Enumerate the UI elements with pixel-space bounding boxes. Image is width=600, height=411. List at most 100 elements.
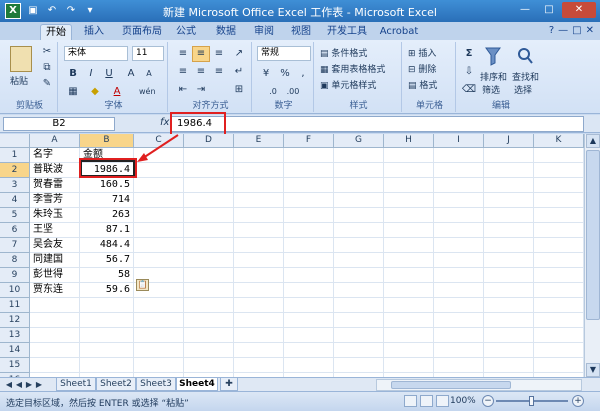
cell-b2[interactable]: 1986.4: [80, 163, 134, 178]
cell-c12[interactable]: [134, 313, 184, 328]
cell-a12[interactable]: [30, 313, 80, 328]
cell-e15[interactable]: [234, 358, 284, 373]
cell-e4[interactable]: [234, 193, 284, 208]
cell-d8[interactable]: [184, 253, 234, 268]
find-select-icon[interactable]: [516, 46, 534, 66]
cell-i15[interactable]: [434, 358, 484, 373]
worksheet-grid[interactable]: A B C D E F G H I J K 1 名字 金额 2 普联波 1986.4 3 贺春雷 160.5 4 李雪芳 7…: [0, 134, 584, 377]
cell-i9[interactable]: [434, 268, 484, 283]
cell-b14[interactable]: [80, 343, 134, 358]
cell-i13[interactable]: [434, 328, 484, 343]
cell-f5[interactable]: [284, 208, 334, 223]
cell-k8[interactable]: [534, 253, 584, 268]
tab-formulas[interactable]: 公式: [172, 24, 200, 40]
fx-icon[interactable]: fx: [160, 117, 169, 128]
cell-h7[interactable]: [384, 238, 434, 253]
autosum-button[interactable]: Σ: [460, 46, 478, 62]
cell-c8[interactable]: [134, 253, 184, 268]
cell-c7[interactable]: [134, 238, 184, 253]
cell-h5[interactable]: [384, 208, 434, 223]
align-top-icon[interactable]: ≡: [174, 46, 192, 62]
cell-j4[interactable]: [484, 193, 534, 208]
cell-e12[interactable]: [234, 313, 284, 328]
cell-a13[interactable]: [30, 328, 80, 343]
cell-g14[interactable]: [334, 343, 384, 358]
cell-e2[interactable]: [234, 163, 284, 178]
name-box[interactable]: B2: [3, 117, 115, 131]
sort-filter-label[interactable]: 排序和: [480, 70, 507, 83]
cell-j2[interactable]: [484, 163, 534, 178]
ribbon-close-icon[interactable]: ✕: [586, 25, 594, 36]
column-header-j[interactable]: J: [484, 134, 534, 148]
cell-j8[interactable]: [484, 253, 534, 268]
cell-f10[interactable]: [284, 283, 334, 298]
row-header-12[interactable]: 12: [0, 313, 30, 328]
cell-e5[interactable]: [234, 208, 284, 223]
cell-d9[interactable]: [184, 268, 234, 283]
cell-a14[interactable]: [30, 343, 80, 358]
cell-e7[interactable]: [234, 238, 284, 253]
prev-sheet-icon[interactable]: ◀: [14, 379, 24, 391]
cell-j6[interactable]: [484, 223, 534, 238]
cell-d7[interactable]: [184, 238, 234, 253]
cell-f7[interactable]: [284, 238, 334, 253]
cell-d12[interactable]: [184, 313, 234, 328]
cell-k1[interactable]: [534, 148, 584, 163]
row-header-10[interactable]: 10: [0, 283, 30, 298]
increase-indent-icon[interactable]: ⇥: [192, 82, 210, 98]
redo-icon[interactable]: ↷: [63, 3, 79, 19]
row-header-2[interactable]: 2: [0, 163, 30, 178]
cell-b1[interactable]: 金额: [80, 148, 134, 163]
cell-d11[interactable]: [184, 298, 234, 313]
cell-i14[interactable]: [434, 343, 484, 358]
cell-g11[interactable]: [334, 298, 384, 313]
cell-g13[interactable]: [334, 328, 384, 343]
ribbon-restore-icon[interactable]: □: [572, 25, 581, 36]
cell-b8[interactable]: 56.7: [80, 253, 134, 268]
cell-k12[interactable]: [534, 313, 584, 328]
conditional-format-button[interactable]: ▤ 条件格式: [320, 46, 367, 59]
cell-i5[interactable]: [434, 208, 484, 223]
cell-d14[interactable]: [184, 343, 234, 358]
row-header-11[interactable]: 11: [0, 298, 30, 313]
cell-i11[interactable]: [434, 298, 484, 313]
cell-c15[interactable]: [134, 358, 184, 373]
paste-icon[interactable]: [10, 46, 32, 72]
orientation-icon[interactable]: ↗: [230, 46, 248, 62]
column-header-c[interactable]: C: [134, 134, 184, 148]
cell-e1[interactable]: [234, 148, 284, 163]
horizontal-scrollbar[interactable]: [376, 379, 582, 391]
cell-d2[interactable]: [184, 163, 234, 178]
sort-filter-icon[interactable]: [484, 46, 502, 66]
cell-a4[interactable]: 李雪芳: [30, 193, 80, 208]
row-header-9[interactable]: 9: [0, 268, 30, 283]
cell-i2[interactable]: [434, 163, 484, 178]
cell-h8[interactable]: [384, 253, 434, 268]
grow-font-button[interactable]: A: [122, 66, 140, 82]
column-header-i[interactable]: I: [434, 134, 484, 148]
formula-input[interactable]: 1986.4: [170, 116, 584, 132]
cell-i8[interactable]: [434, 253, 484, 268]
row-header-15[interactable]: 15: [0, 358, 30, 373]
cell-g8[interactable]: [334, 253, 384, 268]
tab-page-layout[interactable]: 页面布局: [118, 24, 166, 40]
cell-j15[interactable]: [484, 358, 534, 373]
cell-d5[interactable]: [184, 208, 234, 223]
cell-j7[interactable]: [484, 238, 534, 253]
font-name-select[interactable]: 宋体: [64, 46, 128, 61]
cell-f6[interactable]: [284, 223, 334, 238]
cell-g2[interactable]: [334, 163, 384, 178]
qat-more-icon[interactable]: ▾: [82, 3, 98, 19]
row-header-7[interactable]: 7: [0, 238, 30, 253]
delete-cells-button[interactable]: ⊟ 删除: [408, 62, 436, 75]
align-left-icon[interactable]: ≡: [174, 64, 192, 80]
tab-developer[interactable]: 开发工具: [324, 24, 370, 40]
cell-h11[interactable]: [384, 298, 434, 313]
undo-icon[interactable]: ↶: [44, 3, 60, 19]
cell-i4[interactable]: [434, 193, 484, 208]
accounting-format-icon[interactable]: ¥: [257, 66, 275, 82]
cell-h9[interactable]: [384, 268, 434, 283]
font-size-select[interactable]: 11: [132, 46, 164, 61]
cell-g10[interactable]: [334, 283, 384, 298]
cut-icon[interactable]: ✂: [38, 44, 56, 60]
